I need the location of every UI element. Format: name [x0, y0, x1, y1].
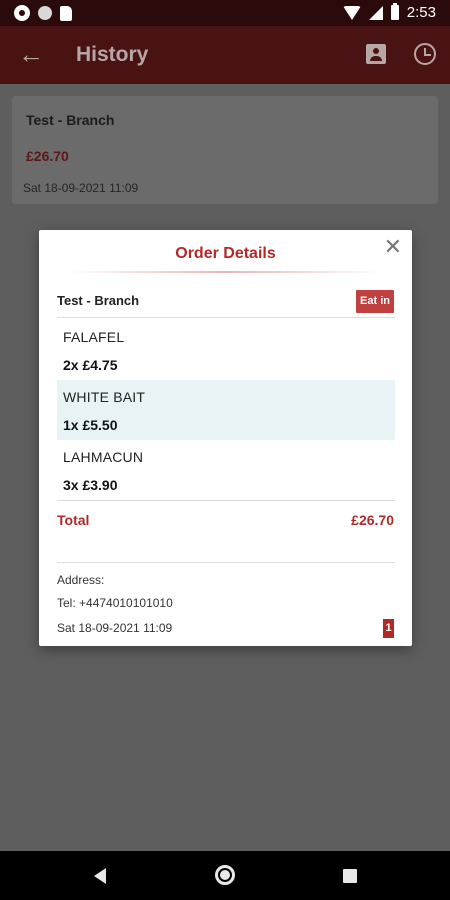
address-label: Address:: [57, 573, 105, 587]
wifi-icon: [342, 5, 361, 20]
divider: [57, 317, 395, 318]
history-date: Sat 18-09-2021 11:09: [23, 181, 139, 195]
arrow-left-icon[interactable]: ←: [18, 40, 44, 68]
order-date: Sat 18-09-2021 11:09: [57, 621, 173, 635]
dot-icon: [38, 6, 52, 20]
total-label: Total: [57, 512, 90, 528]
title-divider: [69, 271, 382, 273]
list-item: FALAFEL 2x £4.75: [57, 320, 395, 380]
total-value: £26.70: [351, 512, 394, 528]
list-item: LAHMACUN 3x £3.90: [57, 440, 395, 500]
battery-icon: [390, 3, 399, 20]
status-time: 2:53: [406, 4, 436, 21]
item-name: LAHMACUN: [63, 449, 144, 465]
profile-icon[interactable]: [366, 44, 386, 64]
back-triangle-icon[interactable]: [94, 868, 106, 884]
sd-card-icon: [60, 5, 72, 21]
page-title: History: [76, 43, 149, 66]
divider: [57, 562, 395, 563]
list-item: WHITE BAIT 1x £5.50: [57, 380, 395, 440]
order-type-badge: Eat in: [356, 290, 394, 313]
item-qty-price: 1x £5.50: [63, 417, 118, 433]
gear-icon: [14, 5, 30, 21]
history-total: £26.70: [26, 148, 69, 164]
divider: [57, 500, 395, 501]
history-icon[interactable]: [414, 43, 436, 65]
home-circle-icon[interactable]: [215, 865, 235, 885]
app-bar: ← History: [0, 26, 450, 84]
history-branch: Test - Branch: [26, 112, 115, 128]
item-qty-price: 3x £3.90: [63, 477, 118, 493]
history-card[interactable]: Test - Branch £26.70 Sat 18-09-2021 11:0…: [12, 96, 438, 204]
order-items-list: FALAFEL 2x £4.75 WHITE BAIT 1x £5.50 LAH…: [57, 320, 395, 500]
item-name: WHITE BAIT: [63, 389, 146, 405]
navigation-bar: [0, 851, 450, 900]
item-name: FALAFEL: [63, 329, 125, 345]
dialog-title: Order Details: [175, 245, 276, 262]
status-bar: 2:53: [0, 0, 450, 26]
order-details-dialog: ✕ Order Details Test - Branch Eat in FAL…: [39, 230, 412, 646]
item-qty-price: 2x £4.75: [63, 357, 118, 373]
status-right-icons: 2:53: [342, 3, 436, 21]
signal-icon: [368, 5, 383, 20]
count-badge: 1: [383, 619, 394, 638]
recents-square-icon[interactable]: [343, 869, 357, 883]
status-left-icons: [14, 5, 72, 21]
tel-number: Tel: +4474010101010: [57, 596, 173, 610]
order-branch: Test - Branch: [57, 293, 140, 308]
